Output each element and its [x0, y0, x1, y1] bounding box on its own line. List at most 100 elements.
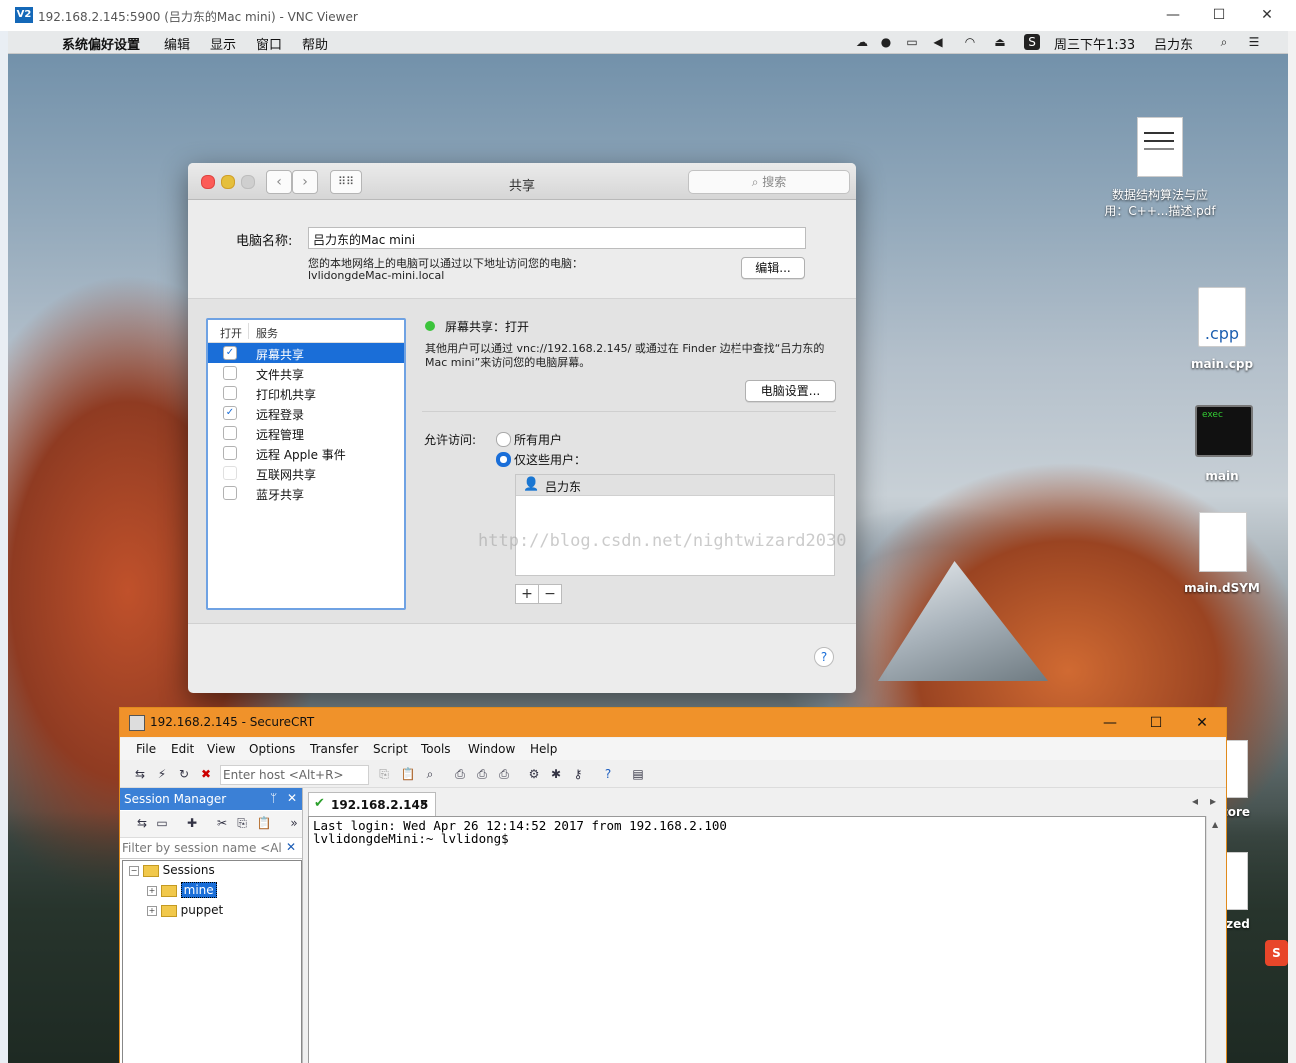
service-checkbox-bluetooth-sharing[interactable] [223, 486, 237, 500]
enter-host-field[interactable]: Enter host <Alt+R> [220, 765, 369, 785]
crt-minimize-button[interactable]: — [1088, 712, 1132, 734]
service-checkbox-remote-login[interactable]: ✓ [223, 406, 237, 420]
service-checkbox-screen-sharing[interactable]: ✓ [223, 346, 237, 360]
vnc-maximize-button[interactable]: ☐ [1196, 3, 1242, 27]
menu-system-preferences[interactable]: 系统偏好设置 [62, 34, 140, 53]
expand-icon[interactable]: + [147, 885, 157, 896]
service-row-remote-apple-events[interactable]: 远程 Apple 事件 [208, 443, 404, 463]
crt-menu-transfer[interactable]: Transfer [310, 742, 358, 756]
quick-connect-icon[interactable]: ⚡ [154, 766, 170, 782]
tab-scroll-right-icon[interactable]: ▸ [1210, 794, 1216, 808]
pdf-file-icon[interactable] [1137, 117, 1183, 177]
connect-tab-icon[interactable]: ▭ [154, 815, 170, 831]
crt-menu-file[interactable]: File [136, 742, 156, 756]
session-filter-field[interactable]: Filter by session name <Alt+ ✕ [120, 838, 302, 859]
terminal-output[interactable]: Last login: Wed Apr 26 12:14:52 2017 fro… [308, 816, 1206, 1063]
prefs-search-field[interactable]: ⌕ 搜索 [688, 170, 850, 194]
close-pane-icon[interactable]: ✕ [287, 791, 297, 805]
session-tab[interactable]: ✔ 192.168.2.145 ✕ [308, 792, 436, 817]
crt-menu-window[interactable]: Window [468, 742, 515, 756]
help-button[interactable]: ? [814, 647, 834, 667]
service-row-screen-sharing[interactable]: ✓ 屏幕共享 [208, 343, 404, 363]
service-checkbox-printer-sharing[interactable] [223, 386, 237, 400]
connect-icon[interactable]: ⇆ [132, 766, 148, 782]
radio-all-users[interactable] [496, 432, 511, 447]
crt-menu-tools[interactable]: Tools [421, 742, 451, 756]
menubar-clock[interactable]: 周三下午1:33 [1054, 34, 1135, 53]
menu-help[interactable]: 帮助 [302, 34, 328, 53]
exec-file-icon[interactable]: exec [1195, 405, 1253, 457]
find-icon[interactable]: ⌕ [422, 766, 438, 782]
crt-menu-options[interactable]: Options [249, 742, 295, 756]
copy-session-icon[interactable]: ⎘ [234, 815, 250, 831]
more-icon[interactable]: » [286, 815, 302, 831]
service-row-printer-sharing[interactable]: 打印机共享 [208, 383, 404, 403]
pin-icon[interactable]: ᛘ [270, 791, 277, 805]
tab-scroll-left-icon[interactable]: ◂ [1192, 794, 1198, 808]
crt-close-button[interactable]: ✕ [1180, 712, 1224, 734]
collapse-icon[interactable]: − [129, 865, 139, 876]
sogou-tray-icon[interactable]: S [1265, 940, 1288, 966]
crt-maximize-button[interactable]: ☐ [1134, 712, 1178, 734]
service-checkbox-file-sharing[interactable] [223, 366, 237, 380]
menu-view[interactable]: 显示 [210, 34, 236, 53]
menu-edit[interactable]: 编辑 [164, 34, 190, 53]
service-checkbox-internet-sharing[interactable] [223, 466, 237, 480]
partial-file-icon-1[interactable] [1224, 740, 1248, 798]
paste-session-icon[interactable]: 📋 [256, 815, 272, 831]
service-checkbox-remote-management[interactable] [223, 426, 237, 440]
service-row-bluetooth-sharing[interactable]: 蓝牙共享 [208, 483, 404, 503]
service-checkbox-remote-apple-events[interactable] [223, 446, 237, 460]
service-row-remote-login[interactable]: ✓ 远程登录 [208, 403, 404, 423]
session-options-icon[interactable]: ⚙ [526, 766, 542, 782]
screen-mirror-icon[interactable]: ▭ [904, 34, 920, 50]
crt-menu-view[interactable]: View [207, 742, 235, 756]
tree-root-sessions[interactable]: − Sessions [129, 863, 215, 883]
tree-item-puppet[interactable]: + puppet [147, 903, 223, 923]
copy-icon[interactable]: ⎘ [376, 766, 392, 782]
new-session-icon[interactable]: ✚ [184, 815, 200, 831]
paste-icon[interactable]: 📋 [400, 766, 416, 782]
service-row-internet-sharing[interactable]: 互联网共享 [208, 463, 404, 483]
input-method-icon[interactable]: S [1024, 34, 1040, 50]
wifi-icon[interactable]: ◠ [962, 34, 978, 50]
print-selection-icon[interactable]: ⎙ [474, 766, 490, 782]
user-row[interactable]: 👤 吕力东 [516, 475, 834, 496]
tree-item-mine[interactable]: + mine [147, 882, 217, 903]
service-row-remote-management[interactable]: 远程管理 [208, 423, 404, 443]
computer-settings-button[interactable]: 电脑设置... [745, 380, 836, 402]
radio-only-these-users[interactable] [496, 452, 511, 467]
print-icon[interactable]: ⎙ [452, 766, 468, 782]
dsym-file-icon[interactable] [1199, 512, 1247, 572]
sftp-icon[interactable]: ▤ [630, 766, 646, 782]
keymap-icon[interactable]: ⚷ [570, 766, 586, 782]
partial-file-icon-2[interactable] [1224, 852, 1248, 910]
crt-menu-edit[interactable]: Edit [171, 742, 194, 756]
volume-icon[interactable]: ◀ [930, 34, 946, 50]
crt-menu-script[interactable]: Script [373, 742, 408, 756]
edit-computer-name-button[interactable]: 编辑... [741, 257, 805, 279]
expand-icon[interactable]: + [147, 905, 157, 916]
vnc-minimize-button[interactable]: — [1150, 3, 1196, 27]
spotlight-search-icon[interactable]: ⌕ [1216, 34, 1232, 50]
help-icon[interactable]: ? [600, 766, 616, 782]
menu-window[interactable]: 窗口 [256, 34, 282, 53]
connect-session-icon[interactable]: ⇆ [134, 815, 150, 831]
clear-filter-icon[interactable]: ✕ [286, 840, 296, 854]
reconnect-icon[interactable]: ↻ [176, 766, 192, 782]
disconnect-icon[interactable]: ✖ [198, 766, 214, 782]
terminal-scrollbar[interactable]: ▲ [1206, 816, 1225, 1063]
computer-name-field[interactable]: 吕力东的Mac mini [308, 227, 806, 249]
service-row-file-sharing[interactable]: 文件共享 [208, 363, 404, 383]
menubar-user[interactable]: 吕力东 [1154, 34, 1193, 53]
print-screen-icon[interactable]: ⎙ [496, 766, 512, 782]
crt-menu-help[interactable]: Help [530, 742, 557, 756]
remove-user-button[interactable]: − [538, 584, 562, 604]
vnc-close-button[interactable]: ✕ [1244, 3, 1290, 27]
microphone-icon[interactable]: ● [878, 34, 894, 50]
cut-icon[interactable]: ✂ [214, 815, 230, 831]
cloud-icon[interactable]: ☁ [854, 34, 870, 50]
global-options-icon[interactable]: ✱ [548, 766, 564, 782]
cpp-file-icon[interactable]: .cpp [1198, 287, 1246, 347]
scroll-up-icon[interactable]: ▲ [1212, 820, 1218, 829]
